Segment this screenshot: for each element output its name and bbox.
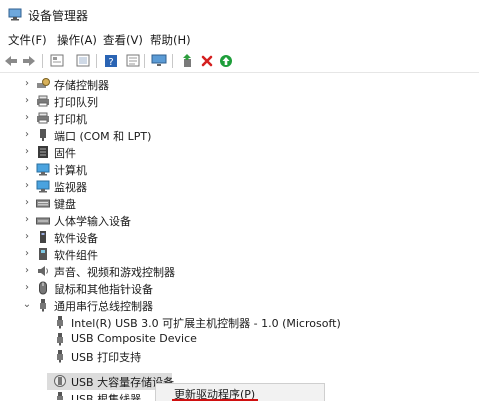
printer-icon [37,112,49,124]
expand-chevron-icon[interactable]: › [22,249,32,259]
properties-sheet-icon[interactable] [124,52,142,69]
expand-chevron-icon[interactable]: › [22,147,32,157]
usb-storage-icon [54,375,66,387]
update-driver-icon[interactable] [178,52,196,69]
port-icon [40,129,46,141]
expand-chevron-icon[interactable]: › [22,283,32,293]
expand-chevron-icon[interactable]: › [22,181,32,191]
usb-icon [57,316,63,329]
tree-item-label: 软件组件 [54,249,98,262]
tree-child-usb-print[interactable]: USB 打印支持 [0,348,479,365]
tree-item-sound[interactable]: › 声音、视频和游戏控制器 [0,263,479,280]
printer-icon [37,95,49,107]
tree-item-label: 通用串行总线控制器 [54,300,153,313]
forward-icon[interactable] [20,52,38,69]
toolbar: ? [0,50,479,73]
sound-icon [38,266,48,276]
expand-chevron-icon[interactable]: › [22,130,32,140]
expand-chevron-icon[interactable]: › [22,113,32,123]
tree-item-label: 固件 [54,147,76,160]
tree-item-label: USB 打印支持 [71,351,142,364]
monitor-icon[interactable] [150,52,168,69]
menu-bar: 文件(F) 操作(A) 查看(V) 帮助(H) [0,30,479,50]
menu-action[interactable]: 操作(A) [57,32,97,48]
uninstall-icon[interactable] [198,52,216,69]
tree-item-printers[interactable]: › 打印机 [0,110,479,127]
back-icon[interactable] [2,52,20,69]
tree-item-hid[interactable]: › 人体学输入设备 [0,212,479,229]
tree-item-mouse[interactable]: › 鼠标和其他指针设备 [0,280,479,297]
svg-text:?: ? [108,57,113,68]
mouse-icon [39,281,47,295]
expand-chevron-icon[interactable]: › [22,232,32,242]
tree-item-label: 软件设备 [54,232,98,245]
tree-item-software-components[interactable]: › 软件组件 [0,246,479,263]
menu-view[interactable]: 查看(V) [103,32,143,48]
context-menu: 更新驱动程序(P) [155,383,325,401]
tree-item-firmware[interactable]: › 固件 [0,144,479,161]
keyboard-icon [36,199,50,208]
tree-item-label: 端口 (COM 和 LPT) [54,130,152,143]
tree-item-usb-controllers[interactable]: ⌄ 通用串行总线控制器 [0,297,479,314]
tree-item-computer[interactable]: › 计算机 [0,161,479,178]
title-bar: 设备管理器 [0,0,479,30]
tree-item-monitors[interactable]: › 监视器 [0,178,479,195]
expand-chevron-icon[interactable]: › [22,266,32,276]
tree-item-label: USB 根集线器 [71,393,142,400]
computer-icon [36,163,50,176]
highlight-underline [172,399,258,401]
expand-chevron-icon[interactable]: › [22,79,32,89]
collapse-chevron-icon[interactable]: ⌄ [22,300,32,310]
tree-item-label: Intel(R) USB 3.0 可扩展主机控制器 - 1.0 (Microso… [71,317,341,330]
usb-icon [40,299,46,312]
tree-item-label: 人体学输入设备 [54,215,131,228]
tree-item-label: 键盘 [54,198,76,211]
tree-child-usb-composite[interactable]: USB Composite Device [0,331,479,348]
hid-icon [36,217,50,225]
expand-chevron-icon[interactable]: › [22,198,32,208]
expand-chevron-icon[interactable]: › [22,215,32,225]
firmware-icon [38,146,48,158]
tree-item-label: 监视器 [54,181,87,194]
tree-item-label: 打印队列 [54,96,98,109]
tree-item-keyboard[interactable]: › 键盘 [0,195,479,212]
device-tree: › 存储控制器 › 打印队列 › 打印机 › 端口 (COM 和 LPT) › … [0,73,479,400]
tree-item-ports[interactable]: › 端口 (COM 和 LPT) [0,127,479,144]
tree-item-software-devices[interactable]: › 软件设备 [0,229,479,246]
tree-item-label: 存储控制器 [54,79,109,92]
usb-icon [57,350,63,363]
monitor-icon [36,180,50,193]
scan-icon[interactable] [74,52,92,69]
usb-icon [57,333,63,346]
expand-chevron-icon[interactable]: › [22,164,32,174]
help-icon[interactable]: ? [102,52,120,69]
tree-item-label: 鼠标和其他指针设备 [54,283,153,296]
tree-item-print-queue[interactable]: › 打印队列 [0,93,479,110]
software-component-icon [39,248,47,260]
menu-file[interactable]: 文件(F) [8,32,47,48]
tree-child-intel-usb3[interactable]: Intel(R) USB 3.0 可扩展主机控制器 - 1.0 (Microso… [0,314,479,331]
tree-item-storage[interactable]: › 存储控制器 [0,76,479,93]
window-title: 设备管理器 [28,9,89,23]
tree-item-label: 计算机 [54,164,87,177]
device-manager-icon [8,8,22,21]
expand-chevron-icon[interactable]: › [22,96,32,106]
software-device-icon [40,231,46,243]
storage-icon [37,78,50,88]
menu-help[interactable]: 帮助(H) [150,32,191,48]
properties-icon[interactable] [48,52,66,69]
tree-item-label: 声音、视频和游戏控制器 [54,266,175,279]
tree-item-label: USB Composite Device [71,332,197,345]
enable-icon[interactable] [217,52,235,69]
tree-item-label: 打印机 [54,113,87,126]
usb-icon [57,392,63,400]
